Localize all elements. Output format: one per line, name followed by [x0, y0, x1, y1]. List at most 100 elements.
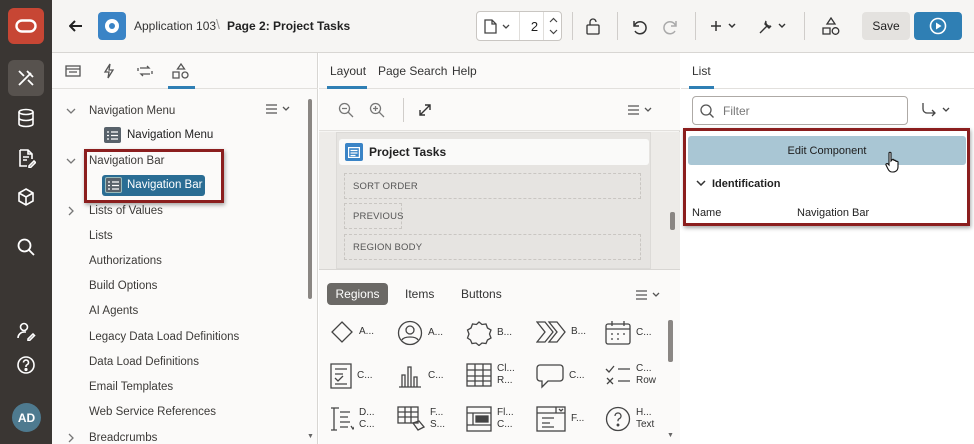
filter-input[interactable]: Filter	[692, 96, 908, 125]
goto-group-icon[interactable]	[921, 102, 955, 118]
rendering-tab-icon[interactable]	[64, 62, 82, 80]
top-toolbar: Application 103 \ Page 2: Project Tasks …	[52, 0, 974, 53]
property-editor-panel: List Filter Edit Component Identificatio…	[681, 53, 974, 444]
page-selector[interactable]: 2	[476, 11, 562, 41]
component-item[interactable]: F...	[536, 406, 584, 432]
component-item[interactable]: B...	[536, 320, 586, 344]
user-edit-icon[interactable]	[8, 313, 44, 349]
search-icon	[700, 104, 714, 118]
shared-components-icon[interactable]	[820, 15, 842, 37]
undo-icon[interactable]	[628, 15, 650, 37]
help-icon[interactable]	[8, 347, 44, 383]
region-icon	[345, 143, 363, 161]
slot-previous[interactable]: PREVIOUS	[344, 203, 404, 229]
tree-node-data-load[interactable]: Data Load Definitions	[89, 356, 199, 368]
save-button[interactable]: Save	[862, 12, 910, 40]
gallery-tab-regions[interactable]: Regions	[327, 283, 388, 305]
app-icon[interactable]	[98, 12, 126, 40]
component-item[interactable]: H... Text	[605, 406, 654, 432]
tab-layout[interactable]: Layout	[330, 64, 366, 78]
tree-node-web-service-references[interactable]: Web Service References	[89, 406, 216, 418]
tree-node-ai-agents[interactable]: AI Agents	[89, 305, 138, 317]
component-item[interactable]: D... C...	[330, 406, 375, 432]
collapse-chevron-icon[interactable]	[68, 433, 74, 443]
collapse-chevron-icon[interactable]	[68, 206, 74, 216]
component-item[interactable]: Cl... R...	[466, 363, 515, 387]
region-title: Project Tasks	[369, 145, 447, 159]
app-sidebar: AD	[0, 0, 52, 444]
property-tabs: List	[681, 53, 974, 89]
scroll-down-icon[interactable]: ▼	[307, 433, 314, 440]
utilities-menu-button[interactable]	[756, 15, 790, 37]
back-arrow-icon[interactable]	[66, 16, 86, 36]
layout-canvas: Project Tasks SORT ORDER PREVIOUS REGION…	[319, 132, 680, 269]
tab-page-search[interactable]: Page Search	[378, 64, 447, 78]
component-item[interactable]: B...	[466, 320, 512, 346]
active-tab-indicator	[168, 86, 195, 89]
tab-help[interactable]: Help	[452, 64, 477, 78]
processing-tab-icon[interactable]	[136, 62, 154, 80]
layout-menu-icon[interactable]	[627, 104, 655, 116]
scroll-down-icon[interactable]: ▼	[667, 432, 674, 439]
app-name-breadcrumb[interactable]: Application 103	[134, 19, 216, 33]
tools-icon[interactable]	[8, 60, 44, 96]
layout-tabs: Layout Page Search Help	[319, 53, 680, 89]
tree-node-navigation-menu[interactable]: Navigation Menu	[89, 105, 175, 117]
expand-chevron-icon[interactable]	[66, 158, 76, 164]
scrollbar-thumb[interactable]	[670, 212, 675, 230]
shared-components-tab-icon[interactable]	[171, 62, 191, 80]
create-menu-button[interactable]	[708, 15, 740, 37]
component-item[interactable]: A...	[330, 320, 374, 344]
rendering-tree-panel: Navigation Menu Navigation Menu Navigati…	[52, 53, 318, 444]
page-stepper[interactable]	[543, 12, 562, 40]
slot-sort-order[interactable]: SORT ORDER	[344, 173, 641, 199]
tree-node-navigation-menu-child[interactable]: Navigation Menu	[127, 129, 213, 141]
slot-region-body[interactable]: REGION BODY	[344, 234, 641, 260]
tree-node-authorizations[interactable]: Authorizations	[89, 255, 162, 267]
tree-node-lists-of-values[interactable]: Lists of Values	[89, 205, 163, 217]
package-icon[interactable]	[8, 179, 44, 215]
search-icon[interactable]	[8, 229, 44, 265]
expand-icon[interactable]	[416, 101, 434, 119]
zoom-out-icon[interactable]	[337, 101, 355, 119]
lock-page-icon[interactable]	[582, 15, 604, 37]
tab-list[interactable]: List	[692, 64, 711, 78]
database-icon[interactable]	[8, 100, 44, 136]
run-page-button[interactable]	[914, 12, 962, 40]
tree-node-legacy-data-load[interactable]: Legacy Data Load Definitions	[89, 331, 239, 343]
scrollbar-thumb[interactable]	[308, 99, 312, 299]
component-item[interactable]: F... S...	[397, 406, 445, 432]
gallery-menu-icon[interactable]	[635, 289, 663, 301]
breadcrumb-separator: \	[216, 16, 220, 32]
gallery-tab-buttons[interactable]: Buttons	[461, 287, 502, 301]
tree-node-build-options[interactable]: Build Options	[89, 280, 157, 292]
filter-placeholder: Filter	[723, 104, 750, 118]
list-icon	[104, 127, 121, 143]
highlight-box	[84, 149, 224, 203]
component-item[interactable]: C...	[397, 363, 444, 389]
page-title: Page 2: Project Tasks	[227, 19, 351, 33]
component-item[interactable]: C... Row	[605, 363, 656, 387]
tree-node-email-templates[interactable]: Email Templates	[89, 381, 173, 393]
oracle-logo[interactable]	[8, 8, 44, 44]
dynamic-actions-tab-icon[interactable]	[100, 62, 118, 80]
gallery-tab-items[interactable]: Items	[405, 287, 434, 301]
component-gallery: Regions Items Buttons A... A... B... B..…	[319, 270, 680, 444]
tree-node-lists[interactable]: Lists	[89, 230, 113, 242]
zoom-in-icon[interactable]	[368, 101, 386, 119]
avatar[interactable]: AD	[12, 403, 41, 432]
component-item[interactable]: Fl... C...	[466, 406, 514, 432]
component-item[interactable]: C...	[330, 363, 373, 389]
scrollbar-thumb[interactable]	[668, 320, 673, 362]
redo-icon[interactable]	[660, 15, 682, 37]
component-item[interactable]: C...	[536, 363, 585, 389]
component-item[interactable]: A...	[397, 320, 443, 346]
expand-chevron-icon[interactable]	[66, 108, 76, 114]
component-item[interactable]: C...	[605, 320, 652, 346]
tree-tabs	[52, 53, 318, 89]
tree-node-breadcrumbs[interactable]: Breadcrumbs	[89, 432, 157, 444]
document-edit-icon[interactable]	[8, 140, 44, 176]
region-header[interactable]: Project Tasks	[339, 139, 649, 165]
highlight-box	[683, 128, 970, 226]
tree-menu-icon[interactable]	[265, 103, 293, 115]
